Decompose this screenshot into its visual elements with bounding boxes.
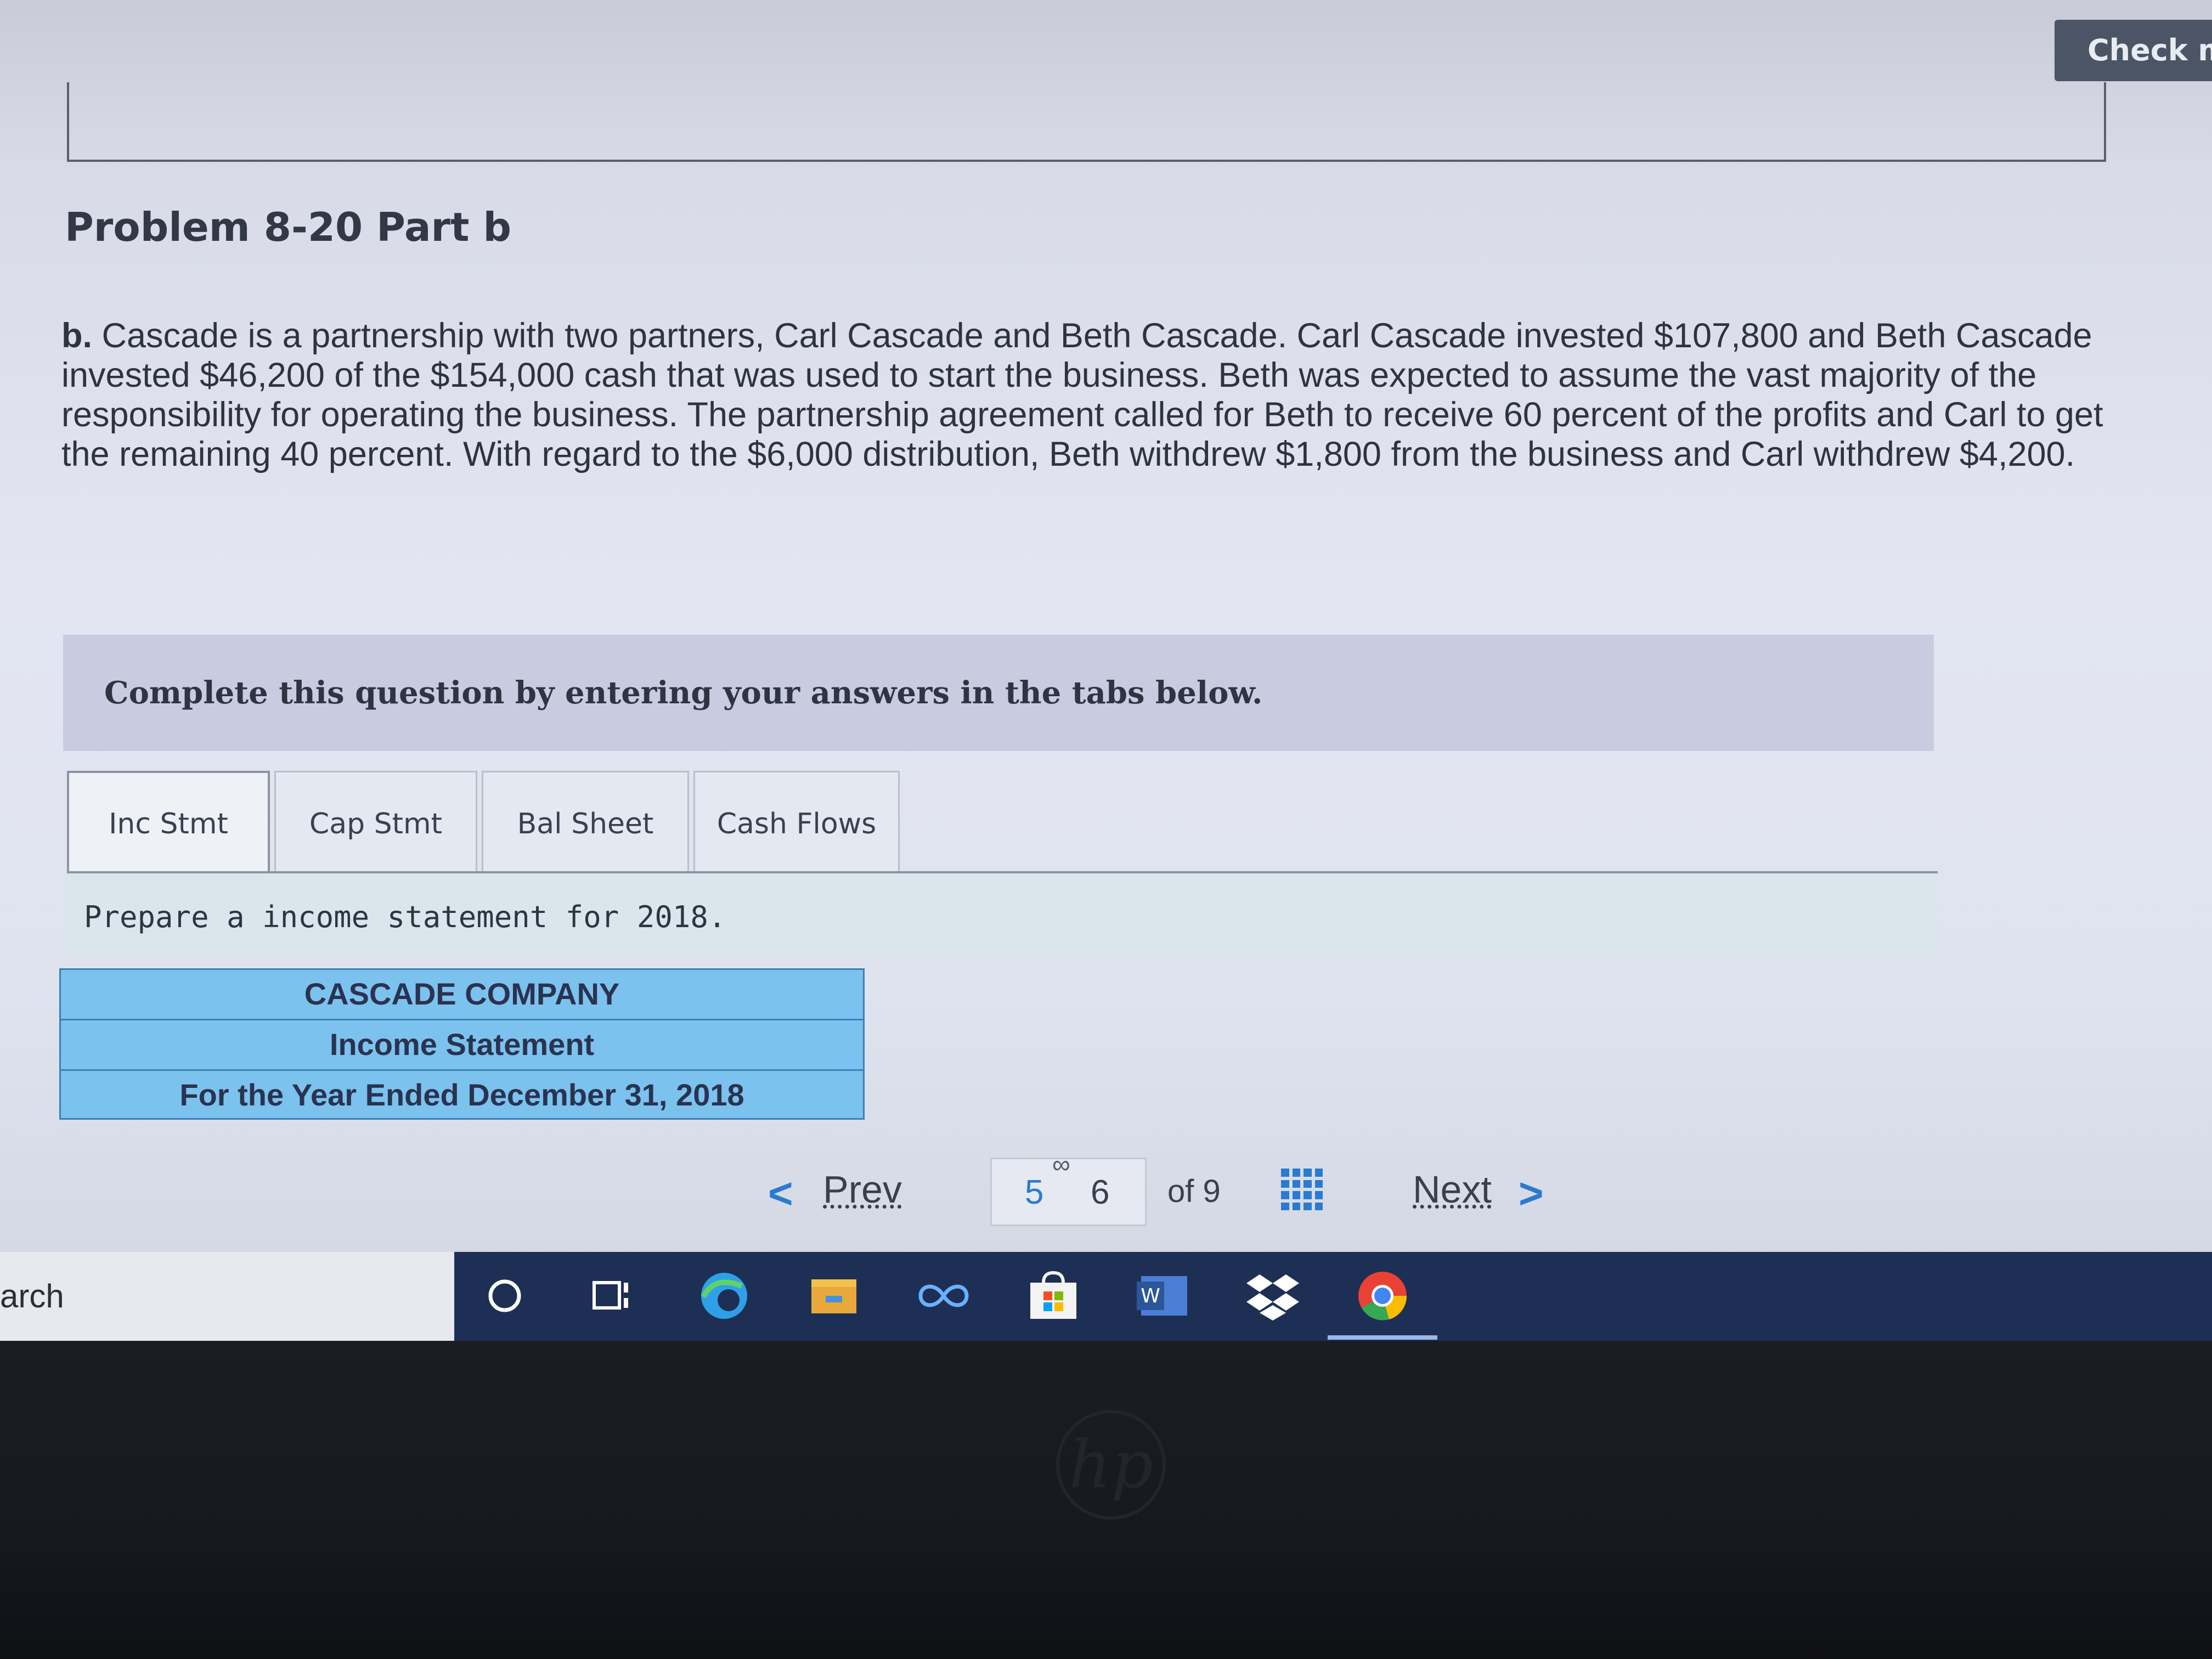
statement-company-name: CASCADE COMPANY (59, 968, 865, 1019)
answer-tabs: Inc Stmt Cap Stmt Bal Sheet Cash Flows (67, 771, 904, 875)
infinity-app-icon[interactable] (916, 1268, 971, 1323)
hp-logo-icon: hp (1056, 1410, 1166, 1520)
chevron-right-icon[interactable]: > (1519, 1169, 1544, 1218)
task-view-icon[interactable] (584, 1268, 639, 1323)
tab-cap-stmt[interactable]: Cap Stmt (274, 771, 477, 875)
file-explorer-icon[interactable] (806, 1268, 861, 1323)
store-icon[interactable] (1026, 1268, 1081, 1323)
tab-bal-sheet[interactable]: Bal Sheet (482, 771, 689, 875)
problem-part-label: b. (61, 317, 92, 355)
windows-taskbar: arch W (0, 1252, 2212, 1341)
instructions-banner: Complete this question by entering your … (63, 635, 1934, 751)
link-icon: ∞ (1052, 1150, 1070, 1178)
tab-inc-stmt[interactable]: Inc Stmt (67, 771, 270, 875)
next-button[interactable]: Next (1413, 1167, 1492, 1211)
prev-button[interactable]: Prev (823, 1167, 902, 1211)
check-my-work-button[interactable]: Check my (2055, 20, 2212, 81)
word-icon[interactable]: W (1136, 1268, 1190, 1323)
taskbar-search-box[interactable]: arch (0, 1252, 454, 1341)
question-pager: < Prev ∞ 5 6 of 9 Next > (0, 1150, 2212, 1226)
page-5-link[interactable]: 5 (1025, 1173, 1043, 1212)
problem-title: Problem 8-20 Part b (65, 204, 512, 250)
problem-description: b. Cascade is a partnership with two par… (61, 316, 2119, 474)
page-total: of 9 (1167, 1173, 1221, 1209)
dropbox-icon[interactable] (1245, 1268, 1300, 1323)
active-app-indicator (1328, 1335, 1437, 1340)
chrome-icon[interactable] (1355, 1268, 1410, 1323)
page-6-current[interactable]: 6 (1091, 1173, 1109, 1212)
grid-menu-icon[interactable] (1281, 1169, 1323, 1210)
tab-cash-flows[interactable]: Cash Flows (693, 771, 900, 875)
previous-answer-box (67, 82, 2106, 162)
browser-content: Check my Problem 8-20 Part b b. Cascade … (0, 0, 2212, 1339)
statement-period: For the Year Ended December 31, 2018 (59, 1069, 865, 1120)
edge-icon[interactable] (697, 1268, 752, 1323)
cortana-circle-icon[interactable] (477, 1268, 532, 1323)
income-statement-header: CASCADE COMPANY Income Statement For the… (59, 968, 865, 1120)
problem-body-text: Cascade is a partnership with two partne… (61, 317, 2103, 473)
chevron-left-icon[interactable]: < (768, 1169, 793, 1218)
page-number-box: ∞ 5 6 (990, 1150, 1147, 1226)
statement-title: Income Statement (59, 1019, 865, 1069)
svg-text:W: W (1141, 1285, 1160, 1307)
tab-prompt: Prepare a income statement for 2018. (63, 873, 1938, 950)
